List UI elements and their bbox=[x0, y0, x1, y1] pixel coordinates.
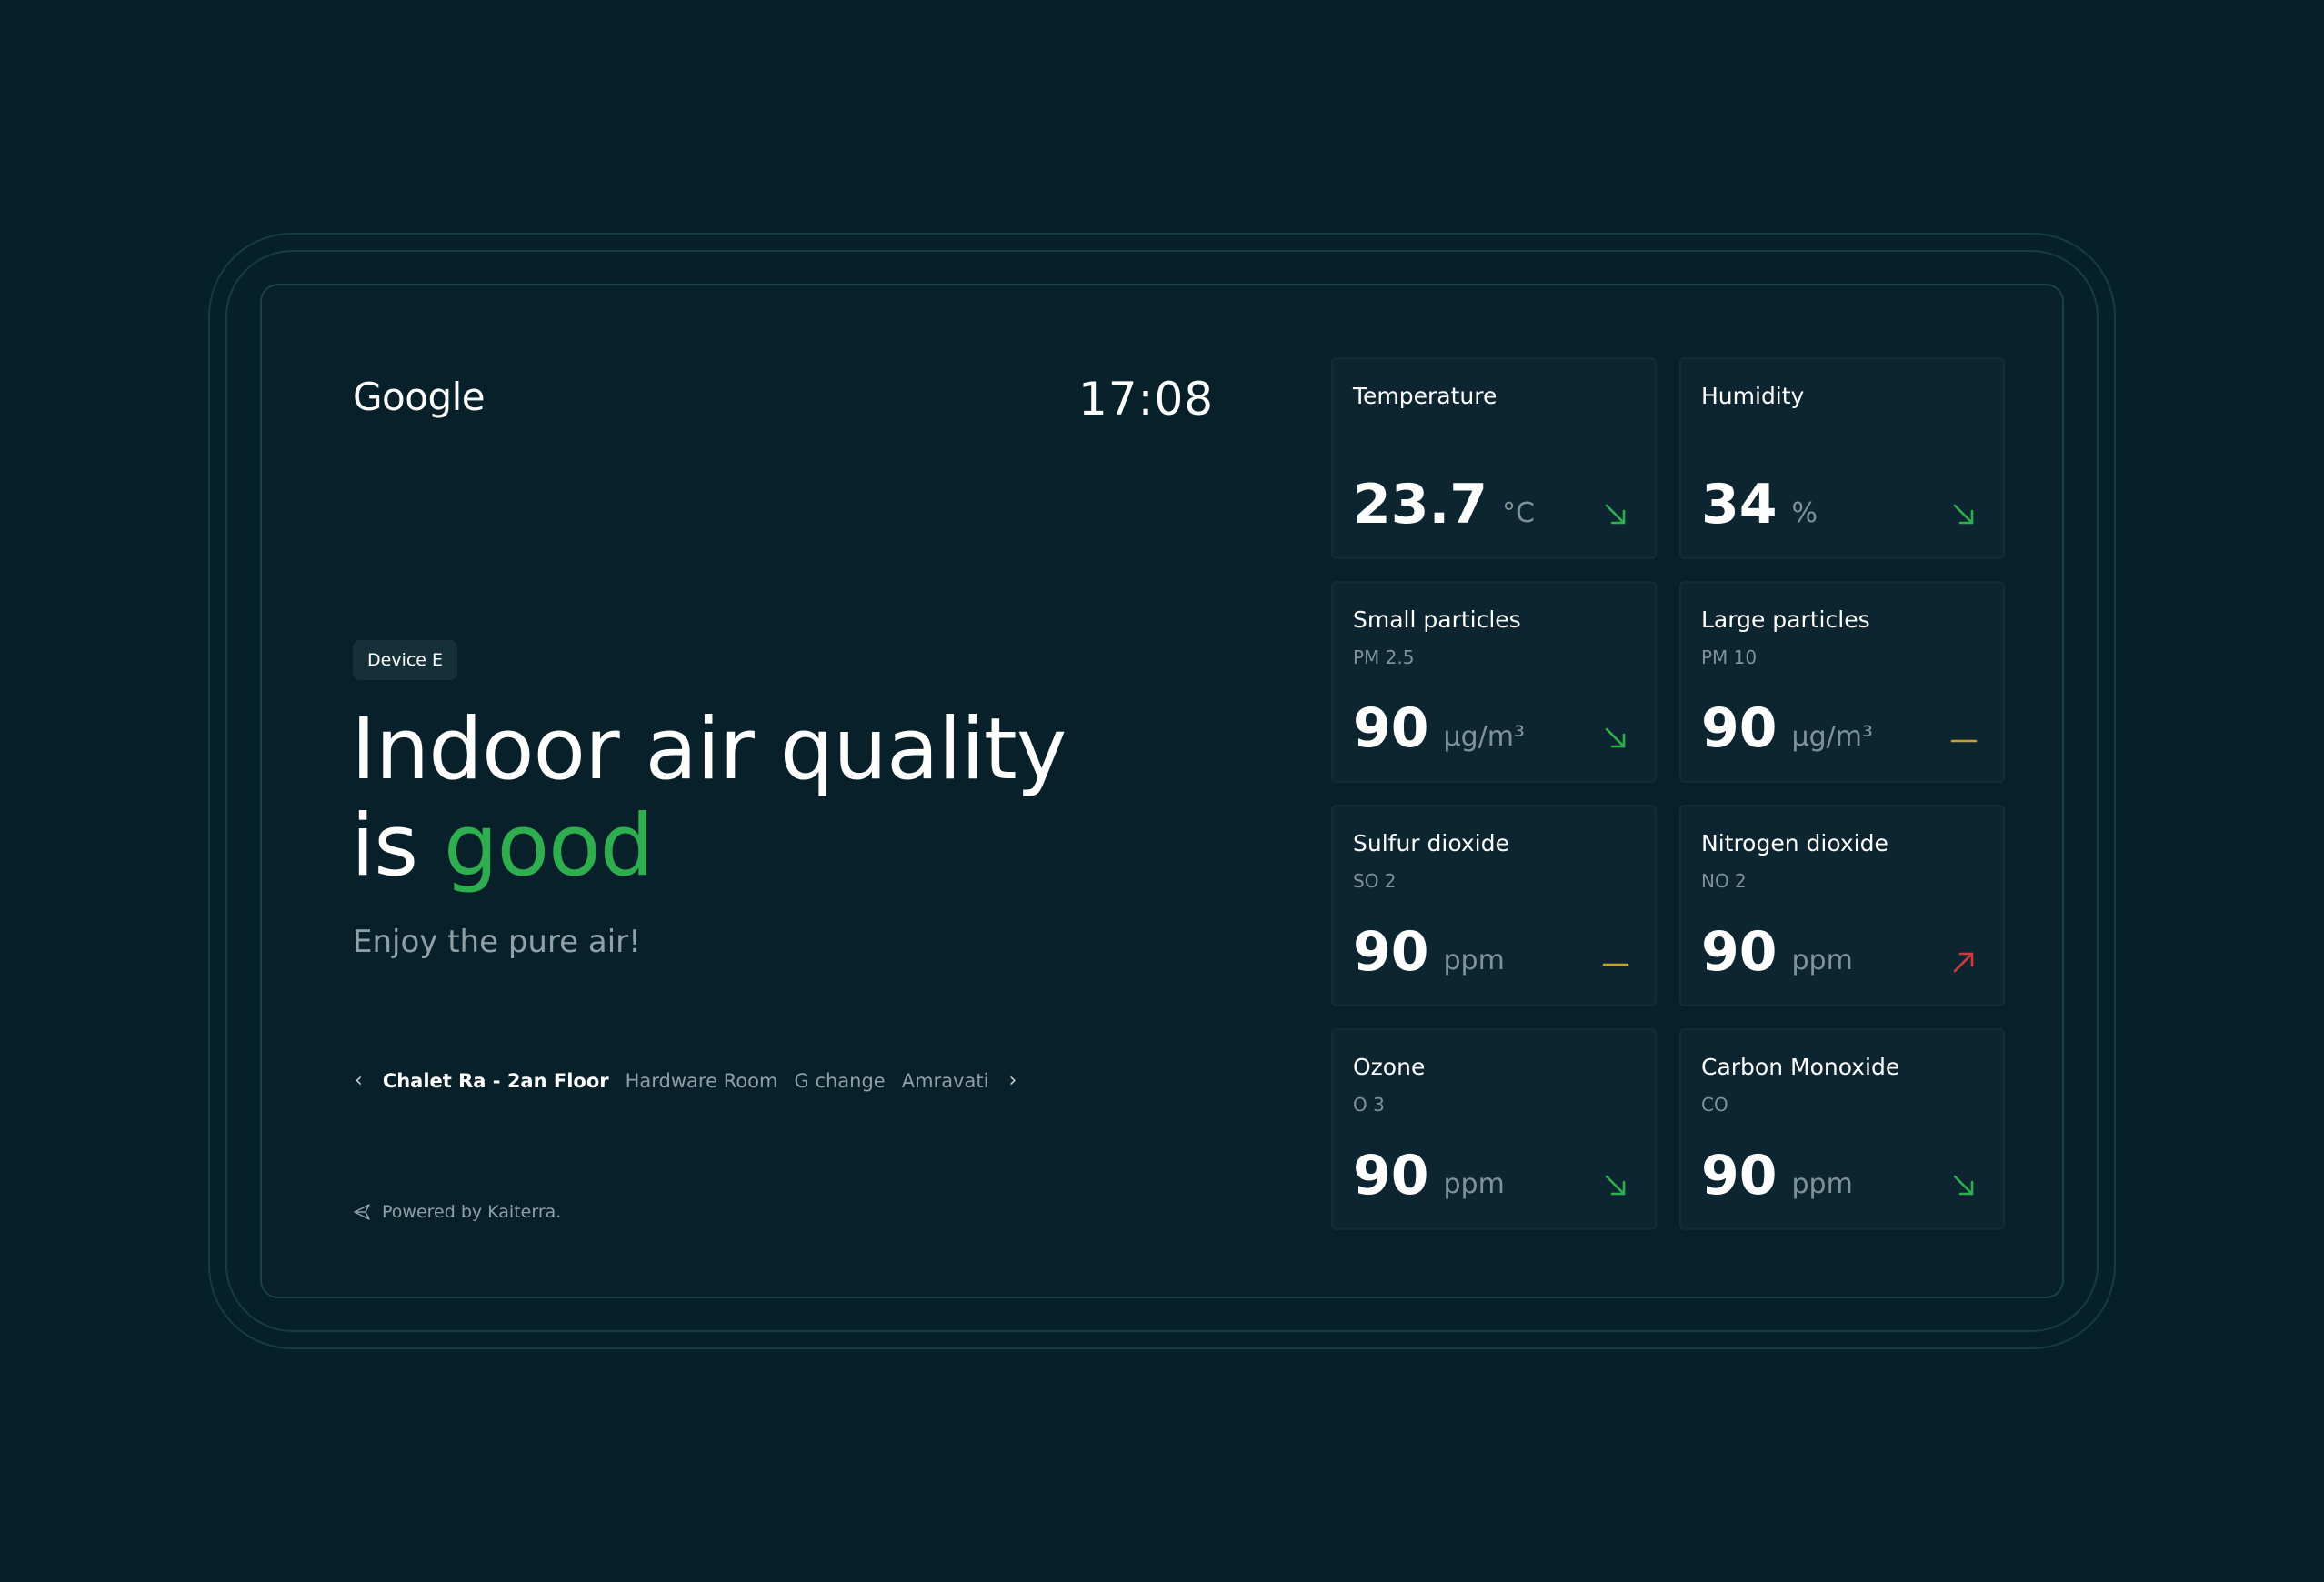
metric-title: Ozone bbox=[1353, 1054, 1426, 1080]
air-quality-rating: good bbox=[443, 796, 654, 896]
trend-flat-icon bbox=[1602, 948, 1629, 976]
metric-unit: ppm bbox=[1791, 1168, 1853, 1200]
trend-down-icon bbox=[1950, 501, 1978, 528]
air-quality-headline: Indoor air quality is good bbox=[351, 700, 1067, 896]
chevron-right-icon[interactable]: › bbox=[1005, 1069, 1020, 1092]
metric-title: Sulfur dioxide bbox=[1353, 830, 1509, 856]
location-item[interactable]: G change bbox=[795, 1070, 886, 1092]
clock-time: 17:08 bbox=[1078, 373, 1215, 426]
metric-title: Carbon Monoxide bbox=[1701, 1054, 1900, 1080]
trend-down-icon bbox=[1602, 1172, 1629, 1199]
trend-down-icon bbox=[1950, 1172, 1978, 1199]
metric-subtitle: PM 10 bbox=[1701, 646, 1758, 668]
metric-value: 90 bbox=[1353, 696, 1429, 760]
device-badge: Device E bbox=[353, 640, 458, 680]
metric-title: Humidity bbox=[1701, 383, 1805, 409]
location-item[interactable]: Hardware Room bbox=[626, 1070, 778, 1092]
metric-unit: ppm bbox=[1443, 1168, 1505, 1200]
trend-up-icon bbox=[1950, 948, 1978, 976]
metric-tile[interactable]: Large particles PM 10 90 µg/m³ bbox=[1679, 581, 2005, 783]
metric-title: Temperature bbox=[1353, 383, 1498, 409]
trend-down-icon bbox=[1602, 725, 1629, 752]
metric-tile[interactable]: Ozone O 3 90 ppm bbox=[1331, 1028, 1657, 1230]
location-item[interactable]: Amravati bbox=[902, 1070, 989, 1092]
brand-logo: Google bbox=[353, 375, 486, 419]
location-list: Chalet Ra - 2an Floor Hardware Room G chan… bbox=[383, 1070, 989, 1092]
metric-subtitle: NO 2 bbox=[1701, 870, 1747, 892]
metric-title: Small particles bbox=[1353, 606, 1521, 633]
metric-unit: ppm bbox=[1791, 945, 1853, 976]
location-item[interactable]: Chalet Ra - 2an Floor bbox=[383, 1070, 609, 1092]
powered-by: Powered by Kaiterra. bbox=[353, 1202, 561, 1222]
metric-value: 90 bbox=[1701, 1144, 1778, 1207]
metric-subtitle: CO bbox=[1701, 1094, 1728, 1116]
chevron-left-icon[interactable]: ‹ bbox=[351, 1069, 366, 1092]
headline-is: is bbox=[351, 796, 418, 896]
metric-unit: µg/m³ bbox=[1443, 721, 1525, 753]
metric-unit: % bbox=[1791, 497, 1818, 529]
metric-tile[interactable]: Sulfur dioxide SO 2 90 ppm bbox=[1331, 805, 1657, 1006]
metric-unit: °C bbox=[1502, 497, 1535, 529]
metric-value: 90 bbox=[1701, 920, 1778, 984]
headline-line-1: Indoor air quality bbox=[351, 700, 1067, 799]
metric-subtitle: O 3 bbox=[1353, 1094, 1385, 1116]
metric-value: 34 bbox=[1701, 473, 1778, 536]
kaiterra-logo-icon bbox=[354, 1204, 370, 1220]
metric-value: 90 bbox=[1353, 1144, 1429, 1207]
metric-title: Nitrogen dioxide bbox=[1701, 830, 1888, 856]
metric-subtitle: PM 2.5 bbox=[1353, 646, 1415, 668]
metric-unit: µg/m³ bbox=[1791, 721, 1873, 753]
air-quality-message: Enjoy the pure air! bbox=[353, 924, 641, 960]
metric-tile[interactable]: Temperature 23.7 °C bbox=[1331, 357, 1657, 559]
metric-tile[interactable]: Humidity 34% bbox=[1679, 357, 2005, 559]
metric-value: 90 bbox=[1353, 920, 1429, 984]
metric-unit: ppm bbox=[1443, 945, 1505, 976]
trend-down-icon bbox=[1602, 501, 1629, 528]
metric-value: 90 bbox=[1701, 696, 1778, 760]
metric-tile[interactable]: Carbon Monoxide CO 90 ppm bbox=[1679, 1028, 2005, 1230]
display-stage: Google 17:08 Device E Indoor air quality… bbox=[0, 0, 2324, 1582]
metric-value: 23.7 bbox=[1353, 473, 1488, 536]
metric-title: Large particles bbox=[1701, 606, 1870, 633]
metric-subtitle: SO 2 bbox=[1353, 870, 1397, 892]
location-switcher: ‹ Chalet Ra - 2an Floor Hardware Room G ch… bbox=[351, 1069, 1020, 1092]
powered-by-label: Powered by Kaiterra. bbox=[382, 1202, 562, 1222]
metric-tile[interactable]: Nitrogen dioxide NO 2 90 ppm bbox=[1679, 805, 2005, 1006]
metric-tile[interactable]: Small particles PM 2.5 90 µg/m³ bbox=[1331, 581, 1657, 783]
trend-flat-icon bbox=[1950, 725, 1978, 752]
